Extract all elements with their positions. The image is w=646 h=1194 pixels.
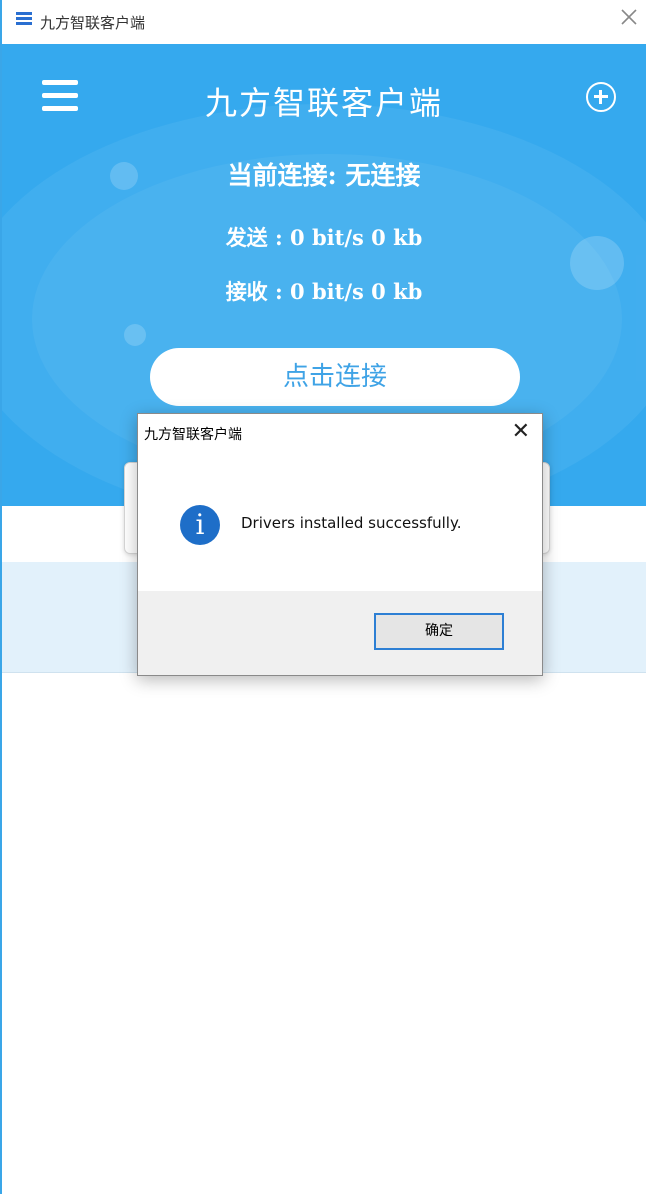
close-icon[interactable] [618, 6, 640, 28]
info-icon: i [180, 505, 220, 545]
connect-button[interactable]: 点击连接 [150, 348, 520, 406]
app-title: 九方智联客户端 [204, 84, 443, 122]
ok-button[interactable]: 确定 [374, 613, 504, 650]
dialog-close-icon[interactable]: ✕ [512, 420, 530, 444]
connection-status: 当前连接: 无连接 [227, 161, 421, 190]
dialog-footer: 确定 [138, 591, 542, 675]
window-titlebar[interactable]: 九方智联客户端 [2, 0, 646, 44]
window-title: 九方智联客户端 [40, 14, 146, 32]
receive-rate: 接收 : 0 bit/s 0 kb [225, 279, 423, 304]
message-dialog: 九方智联客户端 ✕ i Drivers installed successful… [137, 413, 543, 676]
dialog-message: Drivers installed successfully. [241, 514, 462, 532]
dialog-title: 九方智联客户端 [144, 427, 242, 443]
send-rate: 发送 : 0 bit/s 0 kb [225, 225, 423, 250]
plus-circle-icon[interactable] [586, 82, 616, 112]
app-grid-icon [16, 12, 32, 26]
